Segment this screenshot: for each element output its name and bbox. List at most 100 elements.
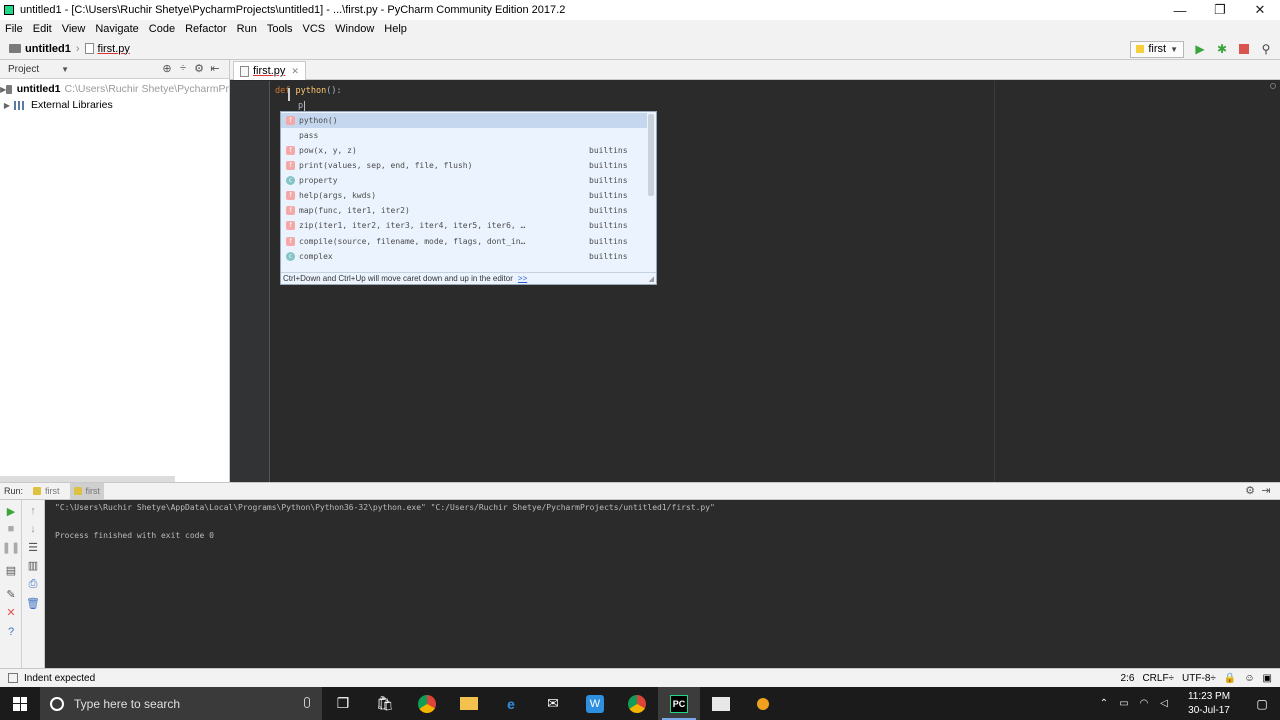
restore-layout-icon[interactable]: ▤ [3,562,19,578]
taskbar-file-explorer[interactable] [448,687,490,720]
start-button[interactable] [0,687,40,720]
menu-view[interactable]: View [57,23,91,35]
battery-icon[interactable]: ▭ [1114,698,1134,709]
taskbar-files[interactable] [700,687,742,720]
menu-tools[interactable]: Tools [262,23,298,35]
tool-windows-icon[interactable] [8,673,18,683]
completion-item[interactable]: f print(values, sep, end, file, flush) b… [281,158,647,173]
chevron-up-icon[interactable]: ⌃ [1094,698,1114,709]
navigation-bar: untitled1 › first.py first ▼ ▶ ✱ ⚲ [0,38,1280,60]
taskbar-search[interactable]: Type here to search [40,687,322,720]
close-icon[interactable]: ✕ [3,604,19,620]
run-tab-first-active[interactable]: first [69,483,105,499]
completion-item[interactable]: f zip(iter1, iter2, iter3, iter4, iter5,… [281,218,647,233]
search-everywhere-icon[interactable]: ⚲ [1258,41,1274,57]
stop-icon[interactable]: ■ [3,521,19,537]
close-button[interactable]: ✕ [1240,0,1280,20]
tree-item-external-libraries[interactable]: ▶ External Libraries [0,97,229,113]
taskbar-mail[interactable]: ✉ [532,687,574,720]
completion-scrollbar[interactable] [648,114,654,196]
line-separator-select[interactable]: CRLF÷ [1142,673,1174,684]
taskbar-app-w[interactable]: W [574,687,616,720]
tab-first-py[interactable]: first.py ✕ [233,61,306,80]
gear-icon[interactable]: ⚙ [191,62,207,75]
scroll-to-end-icon[interactable]: ▥ [25,557,41,573]
inspection-status-icon[interactable] [1270,83,1276,89]
taskbar-clock[interactable]: 11:23 PM 30-Jul-17 [1174,690,1244,718]
run-icon[interactable]: ▶ [1192,41,1208,57]
scroll-from-source-icon[interactable]: ⊕ [159,62,175,75]
completion-hint-link[interactable]: >> [518,274,527,283]
taskbar-app-orange[interactable] [742,687,784,720]
completion-item[interactable]: f map(func, iter1, iter2) builtins [281,203,647,218]
completion-item[interactable]: f help(args, kwds) builtins [281,188,647,203]
event-log-icon[interactable]: ▣ [1263,673,1272,684]
soft-wrap-icon[interactable]: ☰ [25,539,41,555]
completion-item[interactable]: c property builtins [281,173,647,188]
menu-refactor[interactable]: Refactor [180,23,232,35]
completion-item[interactable]: pass [281,128,647,143]
completion-label: compile(source, filename, mode, flags, d… [299,237,526,246]
chevron-down-icon[interactable]: ▼ [61,65,69,74]
project-view-select[interactable]: Project [8,64,39,75]
taskbar-pycharm[interactable]: PC [658,687,700,720]
arrow-down-icon[interactable]: ↓ [25,521,41,537]
breadcrumb-project[interactable]: untitled1 [25,43,71,55]
completion-source: builtins [589,237,628,246]
resize-grip-icon[interactable]: ◢ [649,275,654,283]
stop-icon[interactable] [1236,41,1252,57]
menu-navigate[interactable]: Navigate [90,23,143,35]
minimize-button[interactable]: — [1160,0,1200,20]
print-icon[interactable]: ⎙ [25,576,41,592]
completion-item[interactable]: f pow(x, y, z) builtins [281,143,647,158]
completion-item[interactable]: f python() [281,113,647,128]
gear-icon[interactable]: ⚙ [1242,484,1258,497]
menu-vcs[interactable]: VCS [298,23,331,35]
breadcrumb-separator-icon: › [75,42,80,55]
taskbar-chrome[interactable] [406,687,448,720]
wifi-icon[interactable]: ◠ [1134,698,1154,709]
menu-run[interactable]: Run [232,23,262,35]
pin-icon[interactable]: ✎ [3,586,19,602]
run-tab-first[interactable]: first [29,483,64,499]
task-view-button[interactable]: ❐ [322,687,364,720]
hide-panel-icon[interactable]: ⇥ [1258,484,1274,497]
menu-edit[interactable]: Edit [28,23,57,35]
inspector-icon[interactable]: ☺ [1244,673,1254,684]
lock-icon[interactable]: 🔒 [1224,673,1236,684]
maximize-button[interactable]: ❐ [1200,0,1240,20]
close-icon[interactable]: ✕ [291,66,299,77]
microphone-icon[interactable] [304,697,310,708]
menu-window[interactable]: Window [330,23,379,35]
arrow-up-icon[interactable]: ↑ [25,503,41,519]
menu-help[interactable]: Help [379,23,412,35]
pause-icon[interactable]: ❚❚ [2,539,20,555]
function-icon: f [286,116,295,125]
help-icon[interactable]: ? [3,624,19,640]
taskbar-edge[interactable]: e [490,687,532,720]
caret-position[interactable]: 2:6 [1121,673,1135,684]
run-console[interactable]: ▶ ■ ❚❚ ▤ ✎ ✕ ? ↑ ↓ ☰ ▥ ⎙ 🗑 "C:\Users\Ruc… [0,500,1280,668]
collapse-all-icon[interactable]: ÷ [175,62,191,75]
menu-code[interactable]: Code [144,23,180,35]
trash-icon[interactable]: 🗑 [25,595,41,611]
taskbar-chrome-2[interactable] [616,687,658,720]
menu-file[interactable]: File [0,23,28,35]
completion-source: builtins [589,176,628,185]
document-icon [712,696,730,711]
chevron-right-icon[interactable]: ▶ [0,101,14,110]
taskbar-store[interactable]: 🛍 [364,687,406,720]
console-exit-line: Process finished with exit code 0 [55,531,214,540]
completion-item[interactable]: f compile(source, filename, mode, flags,… [281,234,647,249]
run-configuration-select[interactable]: first ▼ [1130,40,1184,58]
debug-icon[interactable]: ✱ [1214,41,1230,57]
completion-item[interactable]: c complex builtins [281,249,647,264]
breadcrumb-file[interactable]: first.py [98,43,130,55]
notification-icon[interactable]: ▢ [1244,697,1280,711]
hide-panel-icon[interactable]: ⇤ [207,62,223,75]
volume-icon[interactable]: ◁ [1154,698,1174,709]
encoding-select[interactable]: UTF-8÷ [1182,673,1216,684]
editor-gutter[interactable] [230,81,270,482]
rerun-icon[interactable]: ▶ [3,503,19,519]
tree-item-project[interactable]: ▶ untitled1 C:\Users\Ruchir Shetye\Pycha… [0,81,229,97]
